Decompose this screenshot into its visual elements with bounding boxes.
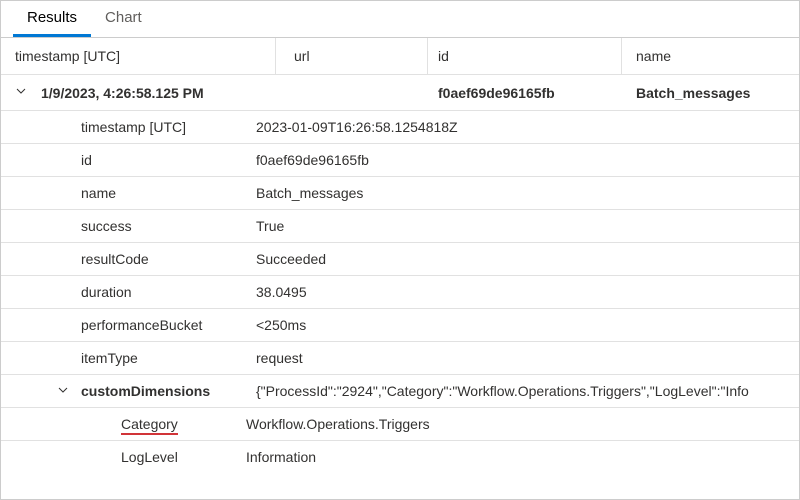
customdimensions-json: {"ProcessId":"2924","Category":"Workflow…: [256, 383, 799, 399]
detail-row-duration: duration 38.0495: [1, 276, 799, 309]
detail-row-timestamp: timestamp [UTC] 2023-01-09T16:26:58.1254…: [1, 111, 799, 144]
detail-row-itemtype: itemType request: [1, 342, 799, 375]
tab-chart[interactable]: Chart: [91, 1, 156, 37]
detail-label: itemType: [1, 350, 256, 366]
column-header-row: timestamp [UTC] url id name: [1, 38, 799, 75]
detail-label: performanceBucket: [1, 317, 256, 333]
detail-label: name: [1, 185, 256, 201]
detail-value: True: [256, 218, 799, 234]
sub-row-loglevel: LogLevel Information: [1, 441, 799, 473]
sub-value: Workflow.Operations.Triggers: [246, 416, 799, 432]
detail-label: resultCode: [1, 251, 256, 267]
table-row[interactable]: 1/9/2023, 4:26:58.125 PM f0aef69de96165f…: [1, 75, 799, 111]
detail-value: 38.0495: [256, 284, 799, 300]
detail-value: request: [256, 350, 799, 366]
detail-value: Batch_messages: [256, 185, 799, 201]
tab-results[interactable]: Results: [13, 1, 91, 37]
column-id[interactable]: id: [428, 38, 622, 74]
detail-label: success: [1, 218, 256, 234]
chevron-down-icon[interactable]: [1, 383, 81, 399]
detail-value: f0aef69de96165fb: [256, 152, 799, 168]
sub-row-category: Category Workflow.Operations.Triggers: [1, 408, 799, 441]
detail-row-name: name Batch_messages: [1, 177, 799, 210]
tabs-bar: Results Chart: [1, 1, 799, 38]
detail-row-success: success True: [1, 210, 799, 243]
column-url[interactable]: url: [276, 38, 428, 74]
column-timestamp[interactable]: timestamp [UTC]: [1, 38, 276, 74]
column-name[interactable]: name: [622, 38, 799, 74]
sub-label: LogLevel: [1, 449, 246, 465]
detail-value: <250ms: [256, 317, 799, 333]
customdimensions-label: customDimensions: [81, 383, 256, 399]
summary-timestamp: 1/9/2023, 4:26:58.125 PM: [41, 85, 276, 101]
detail-row-performancebucket: performanceBucket <250ms: [1, 309, 799, 342]
detail-value: 2023-01-09T16:26:58.1254818Z: [256, 119, 799, 135]
detail-label: duration: [1, 284, 256, 300]
detail-row-customdimensions[interactable]: customDimensions {"ProcessId":"2924","Ca…: [1, 375, 799, 408]
chevron-down-icon[interactable]: [1, 84, 41, 101]
summary-name: Batch_messages: [622, 85, 799, 101]
detail-value: Succeeded: [256, 251, 799, 267]
detail-row-id: id f0aef69de96165fb: [1, 144, 799, 177]
detail-row-resultcode: resultCode Succeeded: [1, 243, 799, 276]
summary-id: f0aef69de96165fb: [428, 85, 622, 101]
sub-label: Category: [1, 416, 246, 432]
detail-label: id: [1, 152, 256, 168]
detail-label: timestamp [UTC]: [1, 119, 256, 135]
sub-value: Information: [246, 449, 799, 465]
